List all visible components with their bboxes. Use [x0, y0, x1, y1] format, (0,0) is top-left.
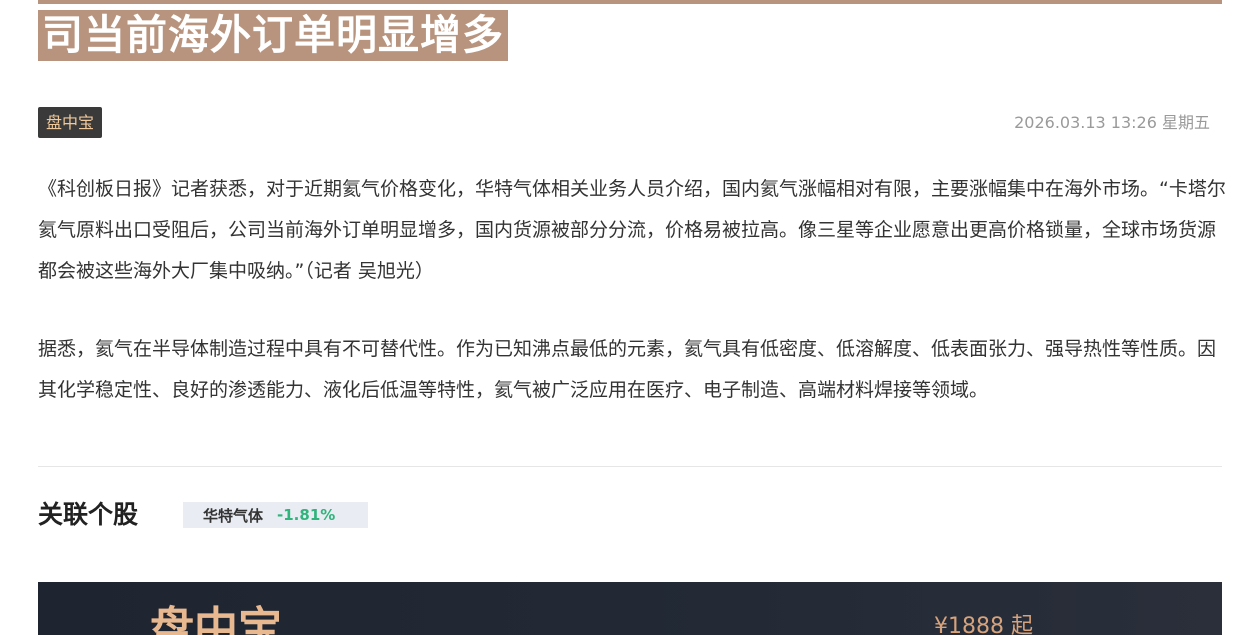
banner-brand: 盘中宝 [150, 603, 282, 635]
top-accent-rule [38, 0, 1222, 4]
article-headline: 司当前海外订单明显增多 [38, 10, 508, 61]
headline-text: 司当前海外订单明显增多 [42, 11, 504, 59]
related-stocks-title: 关联个股 [38, 500, 139, 529]
stock-name: 华特气体 [203, 506, 264, 525]
related-stock-chip[interactable]: 华特气体 -1.81% [183, 502, 368, 528]
article-paragraph-2: 据悉，氦气在半导体制造过程中具有不可替代性。作为已知沸点最低的元素，氦气具有低密… [38, 338, 1217, 401]
section-divider [38, 466, 1222, 467]
source-tag[interactable]: 盘中宝 [38, 107, 103, 138]
article-paragraph-1: 《科创板日报》记者获悉，对于近期氦气价格变化，华特气体相关业务人员介绍，国内氦气… [38, 178, 1226, 282]
stock-change: -1.81% [277, 506, 336, 524]
banner-price: ¥1888 起 [934, 614, 1033, 635]
promo-banner[interactable]: 盘中宝 ¥1888 起 [38, 582, 1222, 635]
publish-date: 2026.03.13 13:26 星期五 [1014, 113, 1210, 132]
